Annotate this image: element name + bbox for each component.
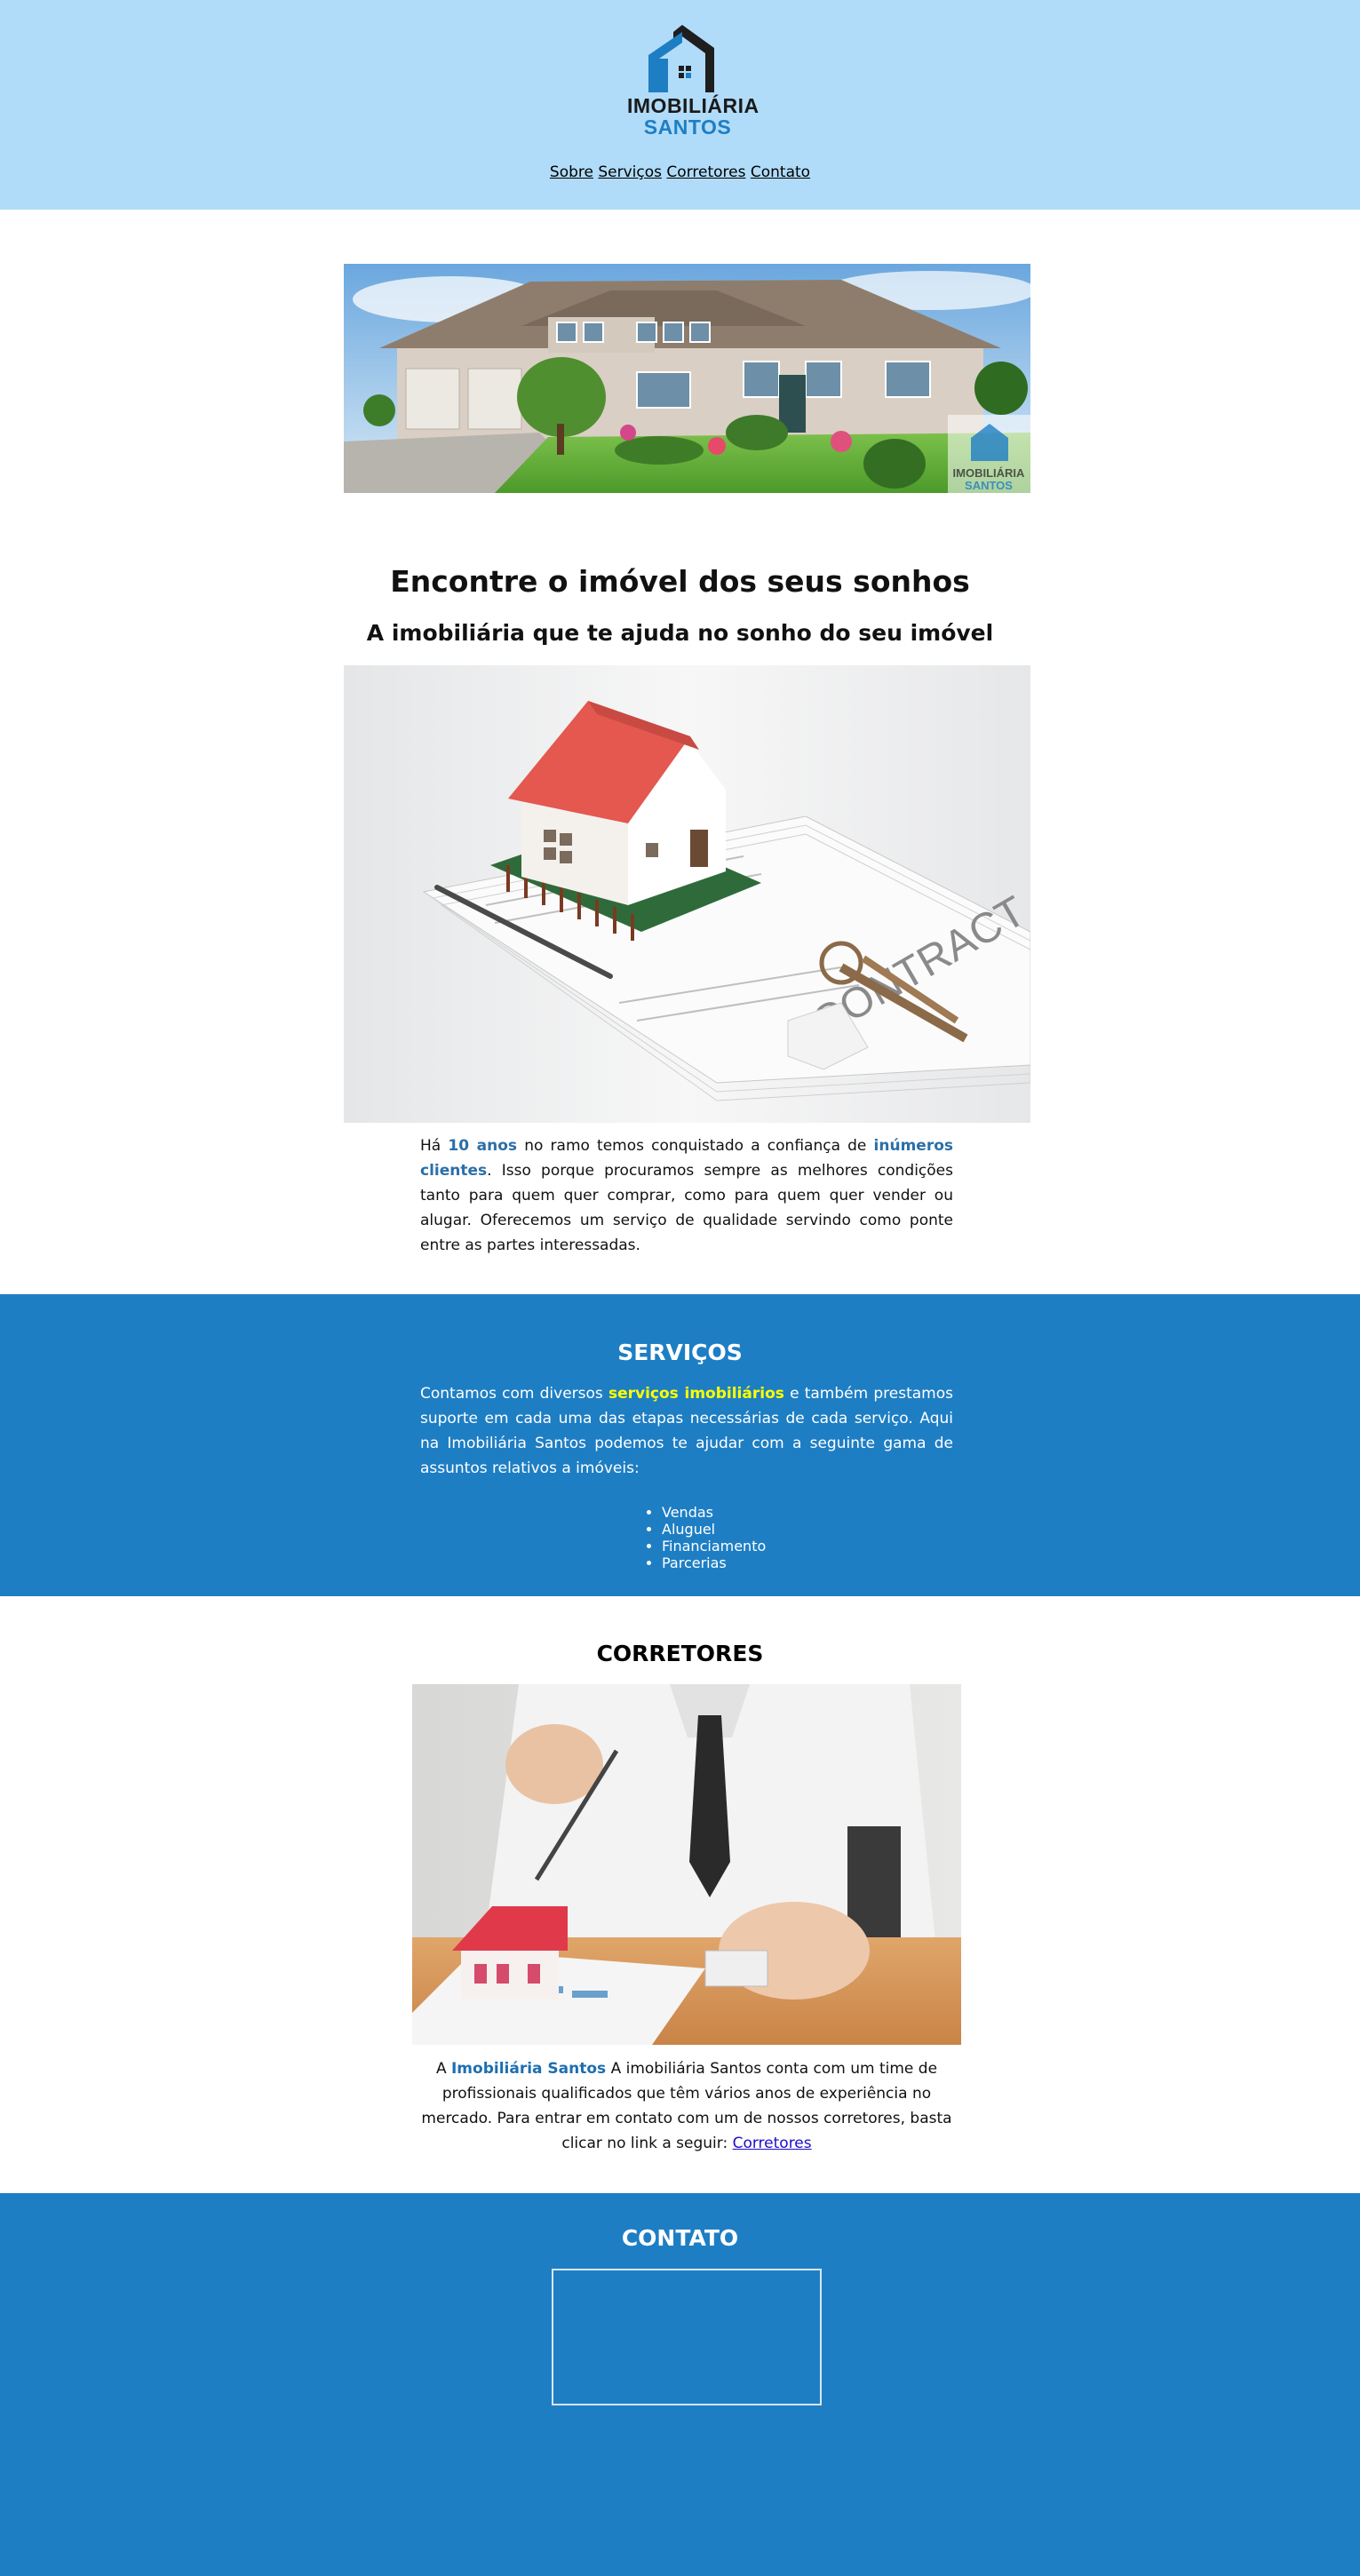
nav-link-contato[interactable]: Contato bbox=[751, 163, 810, 181]
brand-logo[interactable]: IMOBILIÁRIA SANTOS bbox=[627, 21, 760, 144]
intro-text: no ramo temos conquistado a confiança de bbox=[517, 1137, 874, 1155]
servicos-title: SERVIÇOS bbox=[617, 1340, 743, 1365]
servicos-text: Contamos com diversos bbox=[420, 1385, 608, 1403]
servicos-paragraph: Contamos com diversos serviços imobiliár… bbox=[420, 1381, 953, 1481]
logo-text-imobiliaria: IMOBILIÁRIA bbox=[627, 94, 760, 117]
servicos-list: Vendas Aluguel Financiamento Parcerias bbox=[646, 1504, 766, 1571]
intro-text: Há bbox=[420, 1137, 449, 1155]
servicos-section: SERVIÇOS Contamos com diversos serviços … bbox=[0, 1294, 1360, 1596]
site-header: IMOBILIÁRIA SANTOS Sobre Serviços Corret… bbox=[0, 0, 1360, 210]
page-subtitle: A imobiliária que te ajuda no sonho do s… bbox=[366, 620, 994, 646]
corretores-title: CORRETORES bbox=[596, 1641, 764, 1666]
house-logo-icon bbox=[648, 25, 714, 92]
corretores-link[interactable]: Corretores bbox=[733, 2135, 812, 2152]
contato-section: CONTATO bbox=[0, 2193, 1360, 2576]
nav-link-sobre[interactable]: Sobre bbox=[550, 163, 593, 181]
contato-title: CONTATO bbox=[621, 2225, 739, 2251]
corretores-paragraph: A Imobiliária Santos A imobiliária Santo… bbox=[418, 2056, 956, 2156]
svg-text:IMOBILIÁRIA: IMOBILIÁRIA bbox=[953, 466, 1025, 480]
nav-link-corretores[interactable]: Corretores bbox=[666, 163, 745, 181]
highlight-servicos-imobiliarios: serviços imobiliários bbox=[608, 1385, 784, 1403]
contract-house-image: CONTRACT bbox=[344, 665, 1030, 1123]
intro-paragraph: Há 10 anos no ramo temos conquistado a c… bbox=[420, 1133, 953, 1258]
agent-house-image bbox=[412, 1684, 961, 2045]
main-nav: Sobre Serviços Corretores Contato bbox=[0, 163, 1360, 181]
list-item-vendas: Vendas bbox=[662, 1504, 766, 1521]
nav-link-servicos[interactable]: Serviços bbox=[598, 163, 662, 181]
corretores-section: CORRETORES A Imobiliária Santos A imobil… bbox=[0, 1596, 1360, 2193]
hero-house-image: IMOBILIÁRIA SANTOS bbox=[344, 264, 1030, 493]
logo-text-santos: SANTOS bbox=[643, 115, 732, 139]
highlight-imobiliaria-santos: Imobiliária Santos bbox=[450, 2060, 607, 2078]
contact-map-frame[interactable] bbox=[552, 2269, 822, 2405]
list-item-financiamento: Financiamento bbox=[662, 1538, 766, 1554]
list-item-aluguel: Aluguel bbox=[662, 1521, 766, 1538]
page-title: Encontre o imóvel dos seus sonhos bbox=[390, 564, 970, 599]
intro-text: . Isso porque procuramos sempre as melho… bbox=[420, 1162, 953, 1254]
highlight-10-anos: 10 anos bbox=[448, 1137, 518, 1155]
svg-text:SANTOS: SANTOS bbox=[965, 479, 1013, 492]
corretores-text: A bbox=[435, 2060, 451, 2078]
list-item-parcerias: Parcerias bbox=[662, 1554, 766, 1571]
